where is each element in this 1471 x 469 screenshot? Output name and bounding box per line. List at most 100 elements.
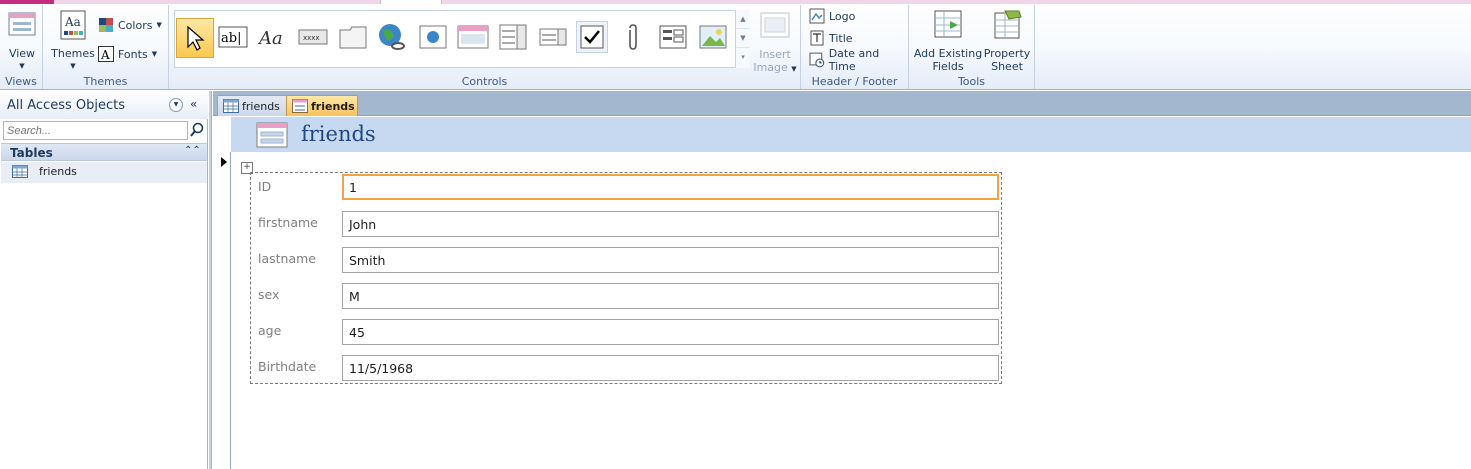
navigation-control[interactable] (457, 21, 489, 53)
field-input-age[interactable]: 45 (342, 319, 999, 345)
tab-label: friends (311, 100, 355, 113)
nav-search-input[interactable] (3, 121, 188, 140)
ribbon: View ▼ Views Aa Themes ▼ Colors ▼ A Font… (0, 0, 1471, 90)
fonts-button[interactable]: A Fonts ▼ (98, 45, 157, 63)
subform-control[interactable] (657, 21, 689, 53)
nav-item-label: friends (39, 165, 77, 178)
field-label-age: age (258, 323, 282, 338)
text-box-icon: ab| (218, 26, 248, 48)
text-box-control[interactable]: ab| (217, 21, 249, 53)
field-label-firstname: firstname (258, 215, 318, 230)
add-fields-icon (934, 10, 962, 38)
field-input-id[interactable]: 1 (342, 174, 999, 200)
table-icon (223, 99, 239, 113)
nav-title[interactable]: All Access Objects (7, 98, 125, 113)
document-tabs: friends friends (213, 91, 1471, 116)
themes-icon: Aa (60, 10, 86, 40)
paperclip-icon (629, 24, 637, 50)
nav-splitter[interactable] (209, 91, 212, 469)
current-record-arrow-icon (221, 157, 227, 167)
property-sheet-button[interactable]: Property Sheet (983, 9, 1031, 73)
search-icon[interactable] (189, 121, 205, 139)
insert-image-button[interactable]: Insert Image ▼ (752, 10, 798, 76)
field-label-sex: sex (258, 287, 280, 302)
view-button[interactable]: View ▼ (4, 9, 40, 73)
check-box-icon (580, 25, 604, 49)
field-label-lastname: lastname (258, 251, 316, 266)
svg-text:A: A (100, 48, 110, 62)
nav-item-friends[interactable]: friends (1, 162, 207, 183)
nav-category-label: Tables (10, 146, 53, 160)
select-pointer-control[interactable] (176, 18, 214, 58)
button-icon: xxxx (298, 29, 328, 45)
web-browser-control[interactable] (417, 21, 449, 53)
navigation-pane: All Access Objects ▼ « Tables ⌃⌃ friends (0, 91, 208, 469)
check-box-control[interactable] (576, 21, 608, 53)
label-control[interactable]: Aa (257, 21, 289, 53)
tab-friends-table[interactable]: friends (217, 95, 287, 116)
svg-text:Aa: Aa (64, 15, 81, 29)
insert-image-label-2: Image ▼ (753, 61, 797, 74)
logo-button[interactable]: Logo (809, 7, 855, 25)
field-label-birthdate: Birthdate (258, 359, 317, 374)
tools-group-label: Tools (957, 75, 986, 88)
nav-menu-dropdown-icon[interactable]: ▼ (169, 98, 183, 112)
insert-image-icon (760, 12, 790, 38)
tab-friends-form[interactable]: friends (286, 95, 358, 116)
field-input-birthdate[interactable]: 11/5/1968 (342, 355, 999, 381)
themes-group-label: Themes (83, 75, 128, 88)
views-group: View ▼ Views (0, 5, 43, 89)
attachment-control[interactable] (617, 21, 649, 53)
form-icon (256, 122, 288, 148)
button-control[interactable]: xxxx (297, 21, 329, 53)
web-browser-icon (419, 25, 447, 49)
combo-box-icon (499, 24, 527, 50)
shutter-bar-collapse-icon[interactable]: « (190, 97, 197, 111)
context-tab-band (54, 0, 380, 4)
navigation-control-icon (457, 25, 489, 49)
themes-group: Aa Themes ▼ Colors ▼ A Fonts ▼ Themes (43, 5, 169, 89)
field-input-sex[interactable]: M (342, 283, 999, 309)
svg-text:xxxx: xxxx (303, 34, 320, 42)
title-button[interactable]: Title (809, 29, 853, 47)
form-icon (292, 99, 308, 113)
table-icon (12, 165, 28, 178)
chevron-down-icon: ▼ (70, 62, 76, 70)
header-footer-group: Logo Title Date and Time Header / Footer (801, 5, 909, 89)
property-sheet-label-2: Sheet (991, 60, 1023, 73)
list-box-control[interactable] (537, 21, 569, 53)
chevron-down-icon: ▼ (156, 21, 162, 29)
themes-button[interactable]: Aa Themes ▼ (51, 9, 95, 73)
themes-label: Themes (51, 47, 95, 60)
views-group-label: Views (5, 75, 37, 88)
field-input-firstname[interactable]: John (342, 211, 999, 237)
context-tab-band-right (442, 0, 1471, 4)
scroll-up-icon[interactable]: ▲ (736, 10, 750, 29)
pointer-icon (187, 25, 205, 51)
date-time-button[interactable]: Date and Time (809, 47, 908, 73)
globe-link-icon (379, 24, 405, 50)
calendar-clock-icon (809, 52, 825, 68)
add-existing-fields-button[interactable]: Add Existing Fields (913, 9, 983, 73)
chevron-up-icon[interactable]: ⌃⌃ (184, 145, 201, 156)
svg-text:ab|: ab| (221, 31, 241, 46)
nav-category-tables[interactable]: Tables ⌃⌃ (1, 143, 207, 161)
add-fields-label-2: Fields (932, 60, 964, 73)
list-box-icon (539, 28, 567, 46)
hyperlink-control[interactable] (375, 21, 407, 53)
tab-control-icon (339, 26, 367, 49)
field-input-lastname[interactable]: Smith (342, 247, 999, 273)
colors-button[interactable]: Colors ▼ (98, 16, 162, 34)
date-time-label: Date and Time (828, 47, 880, 73)
scroll-down-icon[interactable]: ▼ (736, 29, 750, 48)
property-sheet-label-1: Property (983, 47, 1031, 60)
controls-gallery-scroll[interactable]: ▲ ▼ ▾ (735, 10, 750, 68)
record-selector[interactable] (213, 152, 231, 469)
tab-control[interactable] (337, 21, 369, 53)
combo-box-control[interactable] (497, 21, 529, 53)
image-control[interactable] (697, 21, 729, 53)
file-tab[interactable] (0, 0, 54, 4)
control-layout (250, 172, 1002, 384)
gallery-more-icon[interactable]: ▾ (736, 48, 750, 67)
active-ribbon-tab[interactable] (380, 0, 442, 4)
